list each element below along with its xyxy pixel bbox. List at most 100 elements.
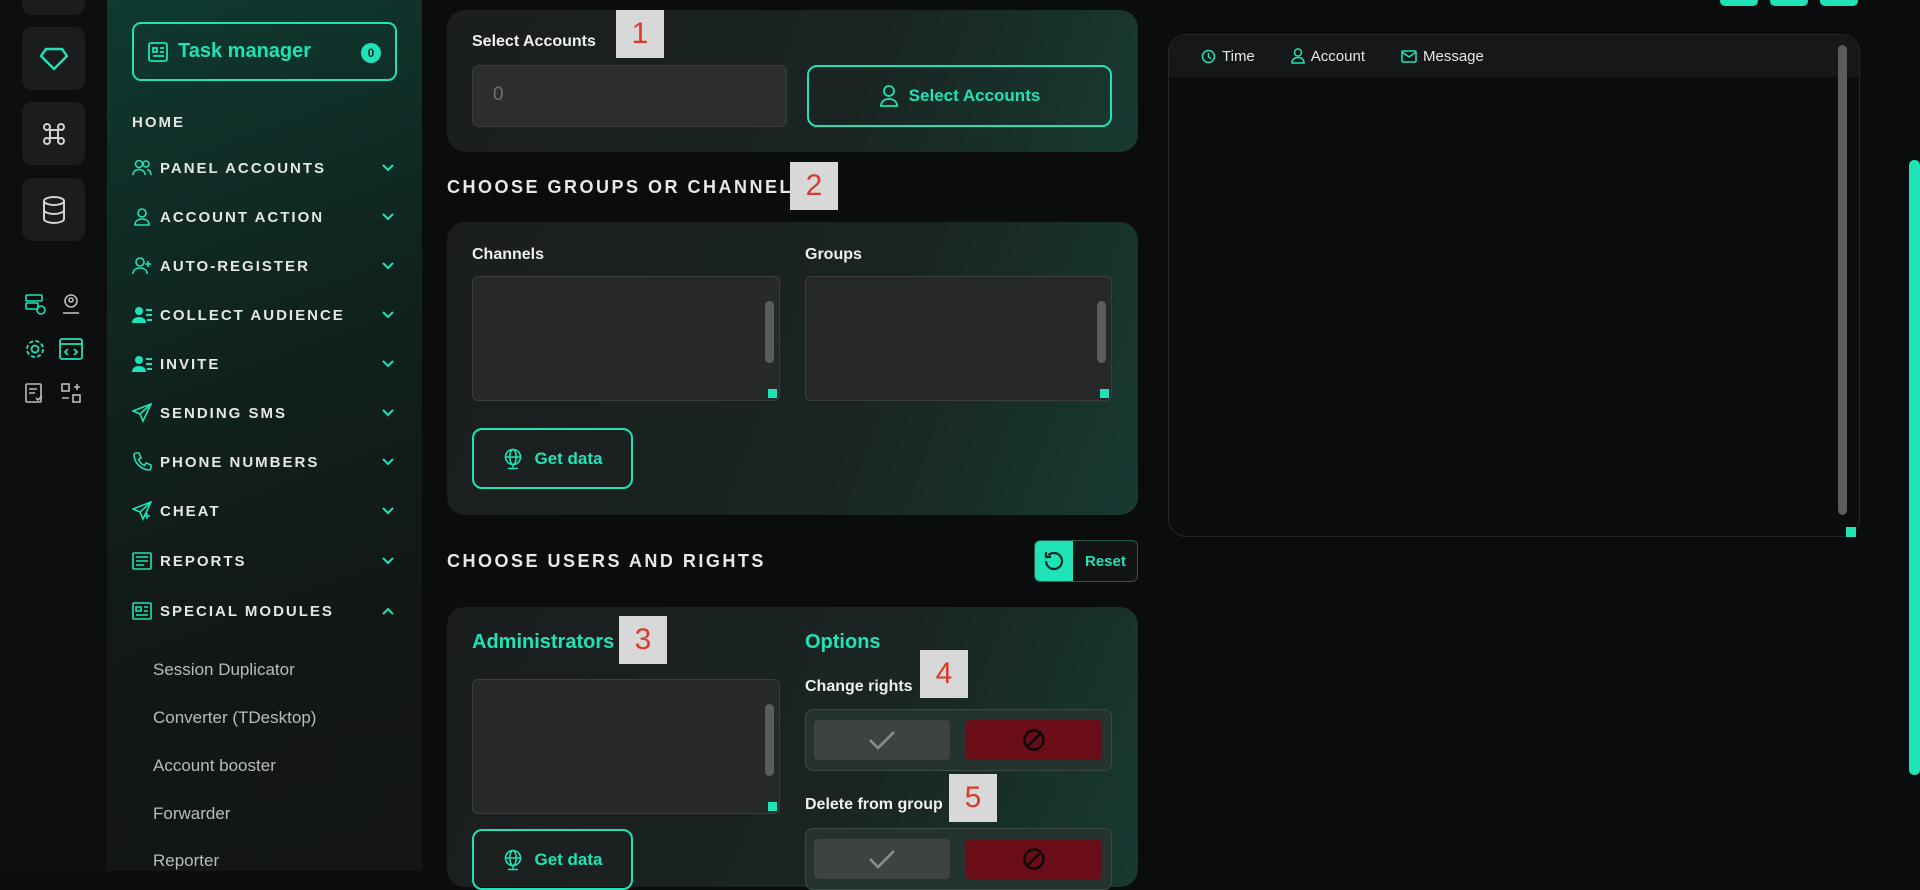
sidebar-item-label: REPORTS <box>160 552 247 570</box>
send-icon <box>132 403 152 423</box>
swap-icon[interactable] <box>58 380 84 406</box>
send-plus-icon <box>132 501 152 521</box>
user-pin-icon[interactable] <box>58 291 84 317</box>
step-marker-5: 5 <box>949 774 997 822</box>
change-rights-deny[interactable] <box>966 720 1102 760</box>
refresh-icon <box>1035 541 1073 581</box>
chevron-down-icon <box>382 164 394 172</box>
delete-allow[interactable] <box>814 839 950 879</box>
sidebar-item-label: COLLECT AUDIENCE <box>160 306 345 324</box>
sidebar-item-account-action[interactable]: ACCOUNT ACTION <box>132 202 402 232</box>
resize-handle[interactable] <box>768 802 777 811</box>
command-icon[interactable] <box>22 102 85 165</box>
accounts-count-field[interactable]: 0 <box>472 65 787 127</box>
options-label: Options <box>805 631 881 653</box>
administrators-textarea[interactable] <box>472 679 780 814</box>
rail-top-button[interactable] <box>22 0 85 15</box>
sidebar-item-home[interactable]: HOME <box>132 107 402 137</box>
sidebar-item-label: HOME <box>132 113 185 131</box>
sidebar-item-special-modules[interactable]: SPECIAL MODULES <box>132 596 402 626</box>
change-rights-label: Change rights <box>805 678 913 695</box>
sidebar-item-label: AUTO-REGISTER <box>160 257 310 275</box>
sidebar-item-panel-accounts[interactable]: PANEL ACCOUNTS <box>132 153 402 183</box>
delete-deny[interactable] <box>966 839 1102 879</box>
diamond-icon[interactable] <box>22 27 85 90</box>
top-action-button[interactable] <box>1720 0 1758 6</box>
code-window-icon[interactable] <box>58 336 84 362</box>
log-col-account-label: Account <box>1310 47 1365 65</box>
chevron-up-icon <box>382 607 394 615</box>
log-col-time-label: Time <box>1222 47 1255 65</box>
check-icon <box>869 850 895 869</box>
user-plus-icon <box>132 256 152 276</box>
icon-rail <box>0 0 107 871</box>
get-data-button[interactable]: Get data <box>472 428 633 489</box>
get-data-admins-button[interactable]: Get data <box>472 829 633 890</box>
check-icon <box>869 731 895 750</box>
sidebar-item-label: INVITE <box>160 355 221 373</box>
users-icon <box>132 158 152 178</box>
log-scrollbar[interactable] <box>1838 45 1847 515</box>
channels-textarea[interactable] <box>472 276 780 401</box>
checklist-icon[interactable] <box>22 380 48 406</box>
ban-icon <box>1023 729 1045 751</box>
top-action-button[interactable] <box>1770 0 1808 6</box>
chevron-down-icon <box>382 213 394 221</box>
sidebar: Task manager 0 HOME PANEL ACCOUNTS ACCOU… <box>107 0 422 871</box>
groups-textarea[interactable] <box>805 276 1112 401</box>
log-header: Time Account Message <box>1169 35 1859 77</box>
ban-icon <box>1023 848 1045 870</box>
select-accounts-button[interactable]: Select Accounts <box>807 65 1112 127</box>
sub-item-forwarder[interactable]: Forwarder <box>153 804 230 824</box>
resize-handle[interactable] <box>768 389 777 398</box>
task-count-badge: 0 <box>361 43 381 63</box>
sidebar-item-phone-numbers[interactable]: PHONE NUMBERS <box>132 447 402 477</box>
log-col-account[interactable]: Account <box>1291 48 1365 65</box>
chevron-down-icon <box>382 557 394 565</box>
chevron-down-icon <box>382 311 394 319</box>
gear-icon[interactable] <box>22 336 48 362</box>
user-icon <box>1291 48 1305 64</box>
log-panel: Time Account Message <box>1168 34 1860 537</box>
chevron-down-icon <box>382 458 394 466</box>
user-icon <box>879 85 898 107</box>
user-list-icon <box>132 305 152 325</box>
step-marker-4: 4 <box>920 650 968 698</box>
log-col-message-label: Message <box>1422 47 1484 65</box>
sub-item-reporter[interactable]: Reporter <box>153 851 219 871</box>
sidebar-item-invite[interactable]: INVITE <box>132 349 402 379</box>
step-marker-3: 3 <box>619 616 667 664</box>
sub-item-account-booster[interactable]: Account booster <box>153 756 276 776</box>
log-resize-handle[interactable] <box>1846 527 1856 537</box>
database-icon[interactable] <box>22 178 85 241</box>
accounts-count-value: 0 <box>493 84 504 105</box>
sidebar-item-sending-sms[interactable]: SENDING SMS <box>132 398 402 428</box>
resize-handle[interactable] <box>1100 389 1109 398</box>
channels-scrollbar[interactable] <box>765 301 774 363</box>
groups-scrollbar[interactable] <box>1097 301 1106 363</box>
sidebar-item-cheat[interactable]: CHEAT <box>132 496 402 526</box>
mail-icon <box>1401 49 1417 63</box>
delete-from-group-toggle <box>805 828 1112 890</box>
administrators-scrollbar[interactable] <box>765 704 774 776</box>
chevron-down-icon <box>382 409 394 417</box>
log-col-time[interactable]: Time <box>1201 48 1255 65</box>
task-manager-button[interactable]: Task manager 0 <box>132 22 397 81</box>
reset-button[interactable]: Reset <box>1034 540 1138 582</box>
sidebar-item-collect-audience[interactable]: COLLECT AUDIENCE <box>132 300 402 330</box>
sidebar-item-reports[interactable]: REPORTS <box>132 546 402 576</box>
page-scrollbar[interactable] <box>1909 160 1920 775</box>
sub-item-converter[interactable]: Converter (TDesktop) <box>153 708 316 728</box>
report-icon <box>132 551 152 571</box>
sidebar-item-auto-register[interactable]: AUTO-REGISTER <box>132 251 402 281</box>
change-rights-toggle <box>805 709 1112 771</box>
log-col-message[interactable]: Message <box>1401 48 1484 65</box>
channels-label: Channels <box>472 246 545 263</box>
groups-label: Groups <box>805 246 862 263</box>
select-accounts-label: Select Accounts <box>472 33 596 50</box>
sub-item-session-duplicator[interactable]: Session Duplicator <box>153 660 295 680</box>
top-action-button[interactable] <box>1820 0 1858 6</box>
server-check-icon[interactable] <box>22 291 48 317</box>
globe-icon <box>505 448 522 469</box>
change-rights-allow[interactable] <box>814 720 950 760</box>
